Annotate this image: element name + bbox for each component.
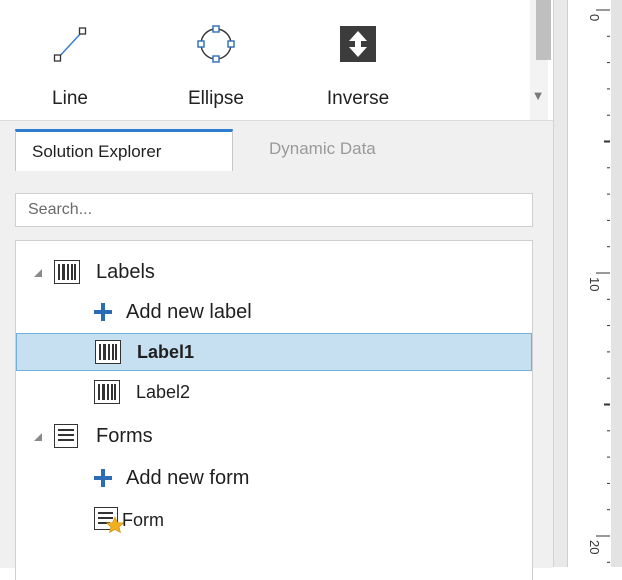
tree-node-label1[interactable]: Label1: [16, 333, 532, 371]
barcode-label-icon: [54, 260, 80, 284]
ruler-mark-label: 20: [587, 540, 602, 554]
tree-node-label: Forms: [96, 424, 153, 447]
ruler-mark-label: 0: [587, 14, 602, 21]
form-icon: [54, 424, 78, 448]
ellipse-tool-button[interactable]: Ellipse: [170, 18, 262, 118]
scroll-down-arrow-icon[interactable]: ▼: [528, 88, 548, 104]
form-star-icon: [94, 507, 124, 533]
barcode-label-icon: [94, 380, 120, 404]
tab-solution-explorer[interactable]: Solution Explorer: [15, 129, 233, 171]
explorer-panel: Solution Explorer Dynamic Data Labels Ad…: [0, 120, 553, 580]
inverse-tool-label: Inverse: [326, 88, 390, 109]
search-input[interactable]: [15, 193, 533, 227]
line-tool-label: Line: [52, 88, 88, 109]
ellipse-tool-label: Ellipse: [188, 88, 244, 109]
line-tool-icon: [53, 27, 87, 62]
tree-node-label2[interactable]: Label2: [16, 373, 532, 411]
ruler-ticks: 0 10 20: [587, 0, 622, 567]
toolbar-scrollbar-thumb[interactable]: [536, 0, 551, 60]
tree-node-label: Labels: [96, 260, 155, 283]
ruler-edge: [611, 0, 622, 567]
expand-collapse-icon[interactable]: [34, 269, 42, 277]
tree-node-label: Form: [122, 509, 164, 530]
inverse-tool-icon: [340, 26, 376, 62]
add-new-form-item[interactable]: Add new form: [16, 459, 532, 497]
tree-node-form[interactable]: Form: [16, 501, 532, 539]
expand-collapse-icon[interactable]: [34, 433, 42, 441]
tree-node-label: Label2: [136, 381, 191, 402]
solution-tree: Labels Add new label Label1 Label2 Forms…: [15, 240, 533, 580]
tab-dynamic-data[interactable]: Dynamic Data: [233, 129, 433, 171]
shape-toolbar: Line Ellipse Inverse ▼: [0, 0, 555, 120]
ruler-mark-label: 10: [587, 277, 602, 291]
tree-node-label: Label1: [137, 341, 195, 362]
tree-node-labels[interactable]: Labels: [16, 253, 532, 291]
line-tool-button[interactable]: Line: [24, 18, 116, 118]
ellipse-tool-icon: [197, 25, 235, 63]
plus-icon: [94, 303, 112, 321]
tree-node-forms[interactable]: Forms: [16, 417, 532, 455]
vertical-ruler[interactable]: 0 10 20: [567, 0, 622, 567]
tree-node-label: Add new form: [126, 466, 250, 489]
tree-node-label: Add new label: [126, 300, 252, 323]
plus-icon: [94, 469, 112, 487]
add-new-label-item[interactable]: Add new label: [16, 293, 532, 331]
inverse-tool-button[interactable]: Inverse: [312, 18, 404, 118]
barcode-label-icon: [95, 340, 121, 364]
ruler-gutter: [553, 0, 568, 567]
